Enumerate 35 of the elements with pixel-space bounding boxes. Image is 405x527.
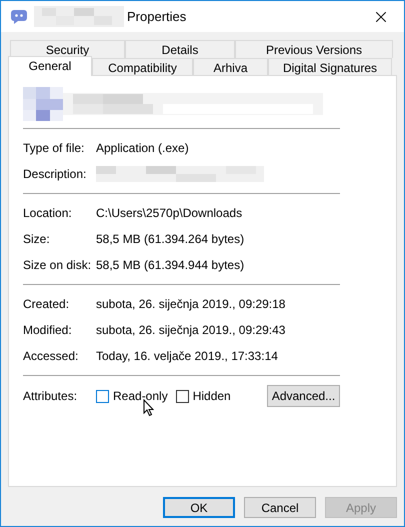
field-value: 58,5 MB (61.394.264 bytes) [96, 231, 244, 248]
tab[interactable]: Details [125, 40, 235, 58]
field-value: C:\Users\2570p\Downloads [96, 205, 242, 222]
field-label: Type of file: [23, 140, 86, 157]
tab[interactable]: Digital Signatures [268, 58, 392, 76]
tab[interactable]: Security [10, 40, 125, 58]
app-icon [11, 10, 27, 24]
field-label: Created: [23, 296, 70, 313]
tab[interactable]: General [8, 56, 92, 76]
window-title: Properties [127, 8, 186, 26]
redacted-file-icon [23, 87, 63, 121]
tab[interactable]: Arhiva [193, 58, 268, 76]
field-label: Size on disk: [23, 257, 92, 274]
advanced-button[interactable]: Advanced... [267, 385, 340, 407]
checkbox-option[interactable]: Read-only [96, 387, 168, 405]
field-label: Modified: [23, 322, 73, 339]
field-label: Attributes: [23, 388, 78, 405]
field-value: 58,5 MB (61.394.944 bytes) [96, 257, 244, 274]
field-value: Today, 16. veljače 2019., 17:33:14 [96, 348, 278, 365]
tab[interactable]: Previous Versions [235, 40, 393, 58]
dialog-button[interactable]: Cancel [244, 497, 316, 518]
checkbox-label[interactable]: Hidden [192, 387, 231, 405]
field-label: Size: [23, 231, 51, 248]
checkbox[interactable] [176, 390, 189, 402]
checkbox-label[interactable]: Read-only [113, 387, 168, 405]
dialog-button[interactable]: OK [163, 497, 235, 518]
field-value: subota, 26. siječnja 2019., 09:29:18 [96, 296, 286, 313]
field-label: Description: [23, 166, 88, 183]
field-label: Accessed: [23, 348, 80, 365]
checkbox[interactable] [96, 390, 109, 402]
field-value: Application (.exe) [96, 140, 189, 157]
field-label: Location: [23, 205, 73, 222]
field-value: subota, 26. siječnja 2019., 09:29:43 [96, 322, 286, 339]
checkbox-option[interactable]: Hidden [176, 387, 231, 405]
tab[interactable]: Compatibility [92, 58, 193, 76]
